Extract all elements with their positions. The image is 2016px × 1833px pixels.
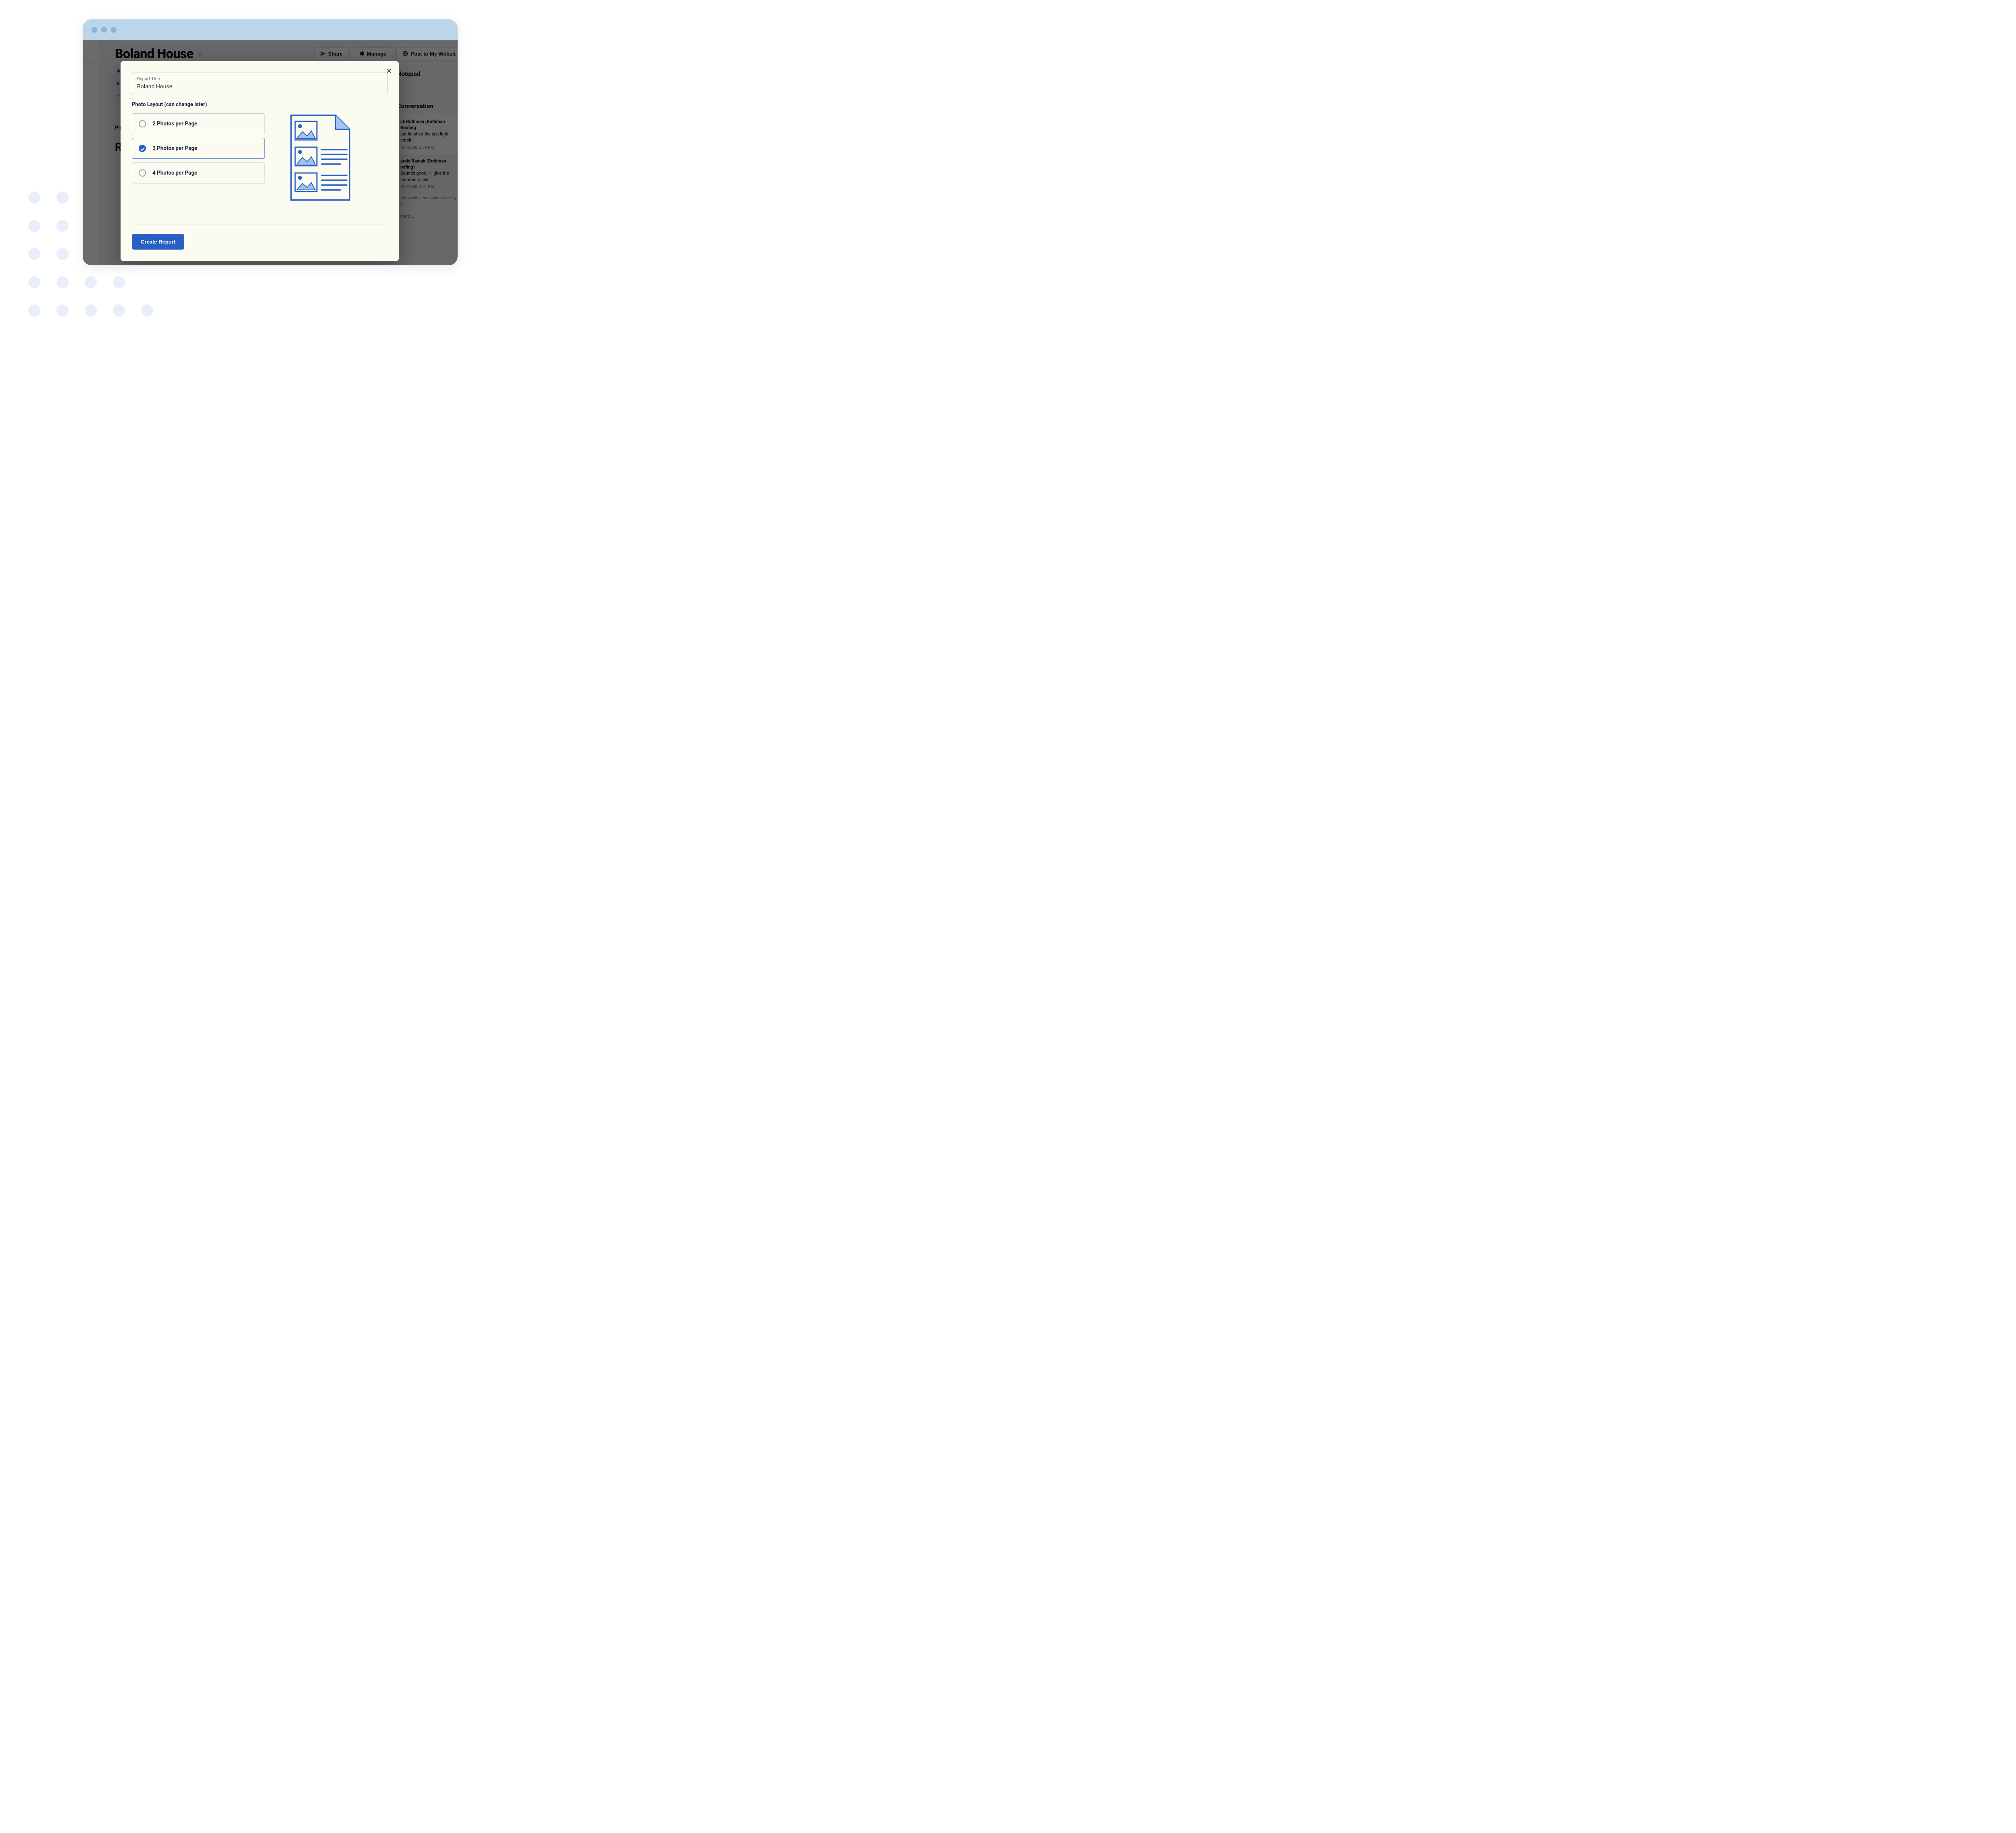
create-report-modal: ✕ Report Title Photo Layout (can change …	[121, 61, 399, 261]
radio-selected-icon	[139, 145, 146, 152]
report-title-input[interactable]	[137, 83, 382, 90]
window-titlebar	[83, 19, 458, 40]
photo-layout-label: Photo Layout (can change later)	[132, 102, 387, 108]
layout-option-4-per-page[interactable]: 4 Photos per Page	[132, 162, 265, 183]
layout-option-2-per-page[interactable]: 2 Photos per Page	[132, 113, 265, 134]
option-label: 3 Photos per Page	[152, 145, 197, 152]
layout-preview-icon	[289, 113, 352, 202]
traffic-light	[101, 27, 107, 33]
create-report-button[interactable]: Create Report	[132, 234, 184, 250]
close-icon[interactable]: ✕	[385, 67, 392, 75]
radio-icon	[139, 120, 146, 127]
app-window: gCam ★ , and cess in 11 port Boland Hous…	[83, 19, 458, 265]
traffic-light	[111, 27, 117, 33]
traffic-light	[92, 27, 97, 33]
report-title-label: Report Title	[137, 76, 382, 81]
layout-option-3-per-page[interactable]: 3 Photos per Page	[132, 138, 265, 159]
report-title-field[interactable]: Report Title	[132, 73, 387, 94]
option-label: 2 Photos per Page	[152, 121, 197, 127]
radio-icon	[139, 169, 146, 177]
layout-preview	[289, 113, 354, 204]
option-label: 4 Photos per Page	[152, 170, 197, 176]
